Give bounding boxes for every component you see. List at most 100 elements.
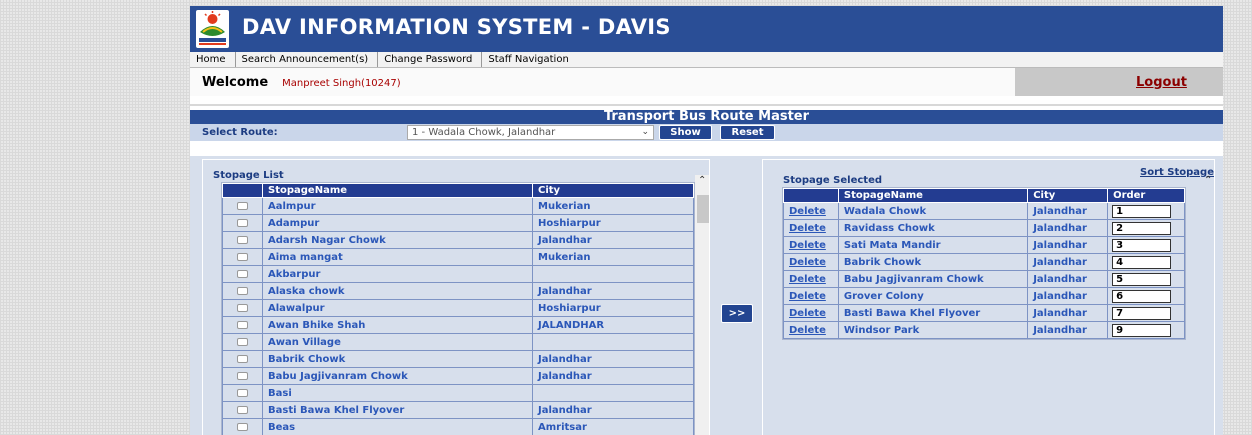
stopage-name-cell: Grover Colony	[837, 287, 1029, 305]
row-select-cell	[222, 231, 263, 249]
delete-link[interactable]: Delete	[783, 287, 839, 305]
row-checkbox[interactable]	[237, 286, 248, 295]
table-row: Aima mangat Mukerian	[222, 248, 694, 266]
dav-logo	[196, 10, 229, 48]
welcome-user-name: Manpreet Singh(10247)	[282, 78, 401, 89]
page: DAV INFORMATION SYSTEM - DAVIS Home Sear…	[190, 6, 1223, 435]
order-input[interactable]: 5	[1112, 272, 1172, 286]
logout-area: Logout	[1015, 68, 1223, 96]
table-row: Delete Sati Mata Mandir Jalandhar 3	[783, 236, 1185, 254]
order-cell: 5	[1107, 270, 1185, 288]
order-input[interactable]: 2	[1112, 221, 1172, 235]
column-header-stopage-name: StopageName	[262, 183, 533, 198]
table-row: Akbarpur	[222, 265, 694, 283]
row-checkbox[interactable]	[237, 388, 248, 397]
show-button[interactable]: Show	[659, 125, 712, 140]
delete-link[interactable]: Delete	[783, 304, 839, 322]
stopage-selected-table: StopageName City Order Delete Wadala Chow…	[782, 187, 1186, 340]
table-row: Adarsh Nagar Chowk Jalandhar	[222, 231, 694, 249]
scroll-up-icon[interactable]: ⌃	[698, 175, 706, 186]
row-checkbox[interactable]	[237, 235, 248, 244]
row-checkbox[interactable]	[237, 218, 248, 227]
table-row: Awan Village	[222, 333, 694, 351]
menu-change-password[interactable]: Change Password	[378, 52, 483, 67]
select-route-label: Select Route:	[202, 127, 278, 138]
order-input[interactable]: 9	[1112, 323, 1172, 337]
stopage-name-cell: Adarsh Nagar Chowk	[262, 231, 533, 249]
column-header-select	[222, 183, 263, 198]
row-checkbox[interactable]	[237, 303, 248, 312]
order-input[interactable]: 7	[1112, 306, 1172, 320]
table-row: Adampur Hoshiarpur	[222, 214, 694, 232]
stopage-selected-scrollbar[interactable]: ⌃	[1202, 175, 1214, 435]
table-row: Awan Bhike Shah JALANDHAR	[222, 316, 694, 334]
row-select-cell	[222, 197, 263, 215]
page-title: Transport Bus Route Master	[190, 110, 1223, 124]
row-checkbox[interactable]	[237, 371, 248, 380]
route-select[interactable]: 1 - Wadala Chowk, Jalandhar ⌄	[407, 125, 654, 140]
stopage-list-table: StopageName City Aalmpur Mukerian Adampur H…	[221, 182, 695, 435]
scroll-thumb[interactable]	[697, 195, 709, 223]
table-row: Basi	[222, 384, 694, 402]
row-checkbox[interactable]	[237, 354, 248, 363]
order-input[interactable]: 1	[1112, 204, 1172, 218]
city-cell: Amritsar	[532, 418, 694, 435]
stopage-content: Stopage List StopageName City Aalmpur Muk…	[190, 156, 1223, 435]
reset-button[interactable]: Reset	[720, 125, 775, 140]
order-input[interactable]: 3	[1112, 238, 1172, 252]
city-cell: Jalandhar	[532, 350, 694, 368]
route-selector-bar: Select Route: 1 - Wadala Chowk, Jalandha…	[190, 124, 1223, 141]
column-header-action	[783, 188, 839, 203]
order-input[interactable]: 4	[1112, 255, 1172, 269]
row-checkbox[interactable]	[237, 422, 248, 431]
stopage-name-cell: Basi	[262, 384, 533, 402]
row-select-cell	[222, 316, 263, 334]
order-cell: 6	[1107, 287, 1185, 305]
delete-link[interactable]: Delete	[783, 270, 839, 288]
order-cell: 3	[1107, 236, 1185, 254]
add-stopage-button[interactable]: >>	[721, 304, 753, 323]
table-row: Alawalpur Hoshiarpur	[222, 299, 694, 317]
city-cell: Jalandhar	[1027, 219, 1109, 237]
row-select-cell	[222, 265, 263, 283]
delete-link[interactable]: Delete	[783, 253, 839, 271]
delete-link[interactable]: Delete	[783, 202, 839, 220]
stopage-list-scrollbar[interactable]: ⌃	[695, 175, 709, 435]
row-select-cell	[222, 248, 263, 266]
table-row: Alaska chowk Jalandhar	[222, 282, 694, 300]
column-header-city: City	[532, 183, 694, 198]
stopage-name-cell: Aima mangat	[262, 248, 533, 266]
city-cell: Jalandhar	[532, 401, 694, 419]
city-cell: Jalandhar	[532, 282, 694, 300]
scroll-up-icon[interactable]: ⌃	[1204, 175, 1212, 186]
row-checkbox[interactable]	[237, 337, 248, 346]
row-checkbox[interactable]	[237, 269, 248, 278]
row-checkbox[interactable]	[237, 320, 248, 329]
table-row: Delete Wadala Chowk Jalandhar 1	[783, 202, 1185, 220]
menu-staff-navigation[interactable]: Staff Navigation	[482, 52, 577, 67]
order-cell: 1	[1107, 202, 1185, 220]
stopage-name-cell: Sati Mata Mandir	[837, 236, 1029, 254]
order-cell: 4	[1107, 253, 1185, 271]
delete-link[interactable]: Delete	[783, 321, 839, 339]
stopage-name-cell: Aalmpur	[262, 197, 533, 215]
stopage-name-cell: Ravidass Chowk	[837, 219, 1029, 237]
welcome-label: Welcome	[202, 74, 269, 90]
city-cell: Jalandhar	[1027, 287, 1109, 305]
stopage-name-cell: Basti Bawa Khel Flyover	[262, 401, 533, 419]
order-input[interactable]: 6	[1112, 289, 1172, 303]
stopage-name-cell: Babrik Chowk	[837, 253, 1029, 271]
column-header-order: Order	[1107, 188, 1185, 203]
menu-search-announcements[interactable]: Search Announcement(s)	[236, 52, 379, 67]
route-select-value: 1 - Wadala Chowk, Jalandhar	[412, 127, 556, 138]
row-checkbox[interactable]	[237, 201, 248, 210]
row-select-cell	[222, 350, 263, 368]
delete-link[interactable]: Delete	[783, 236, 839, 254]
table-row: Babu Jagjivanram Chowk Jalandhar	[222, 367, 694, 385]
menu-home[interactable]: Home	[190, 52, 236, 67]
logout-link[interactable]: Logout	[1136, 75, 1187, 90]
delete-link[interactable]: Delete	[783, 219, 839, 237]
row-checkbox[interactable]	[237, 252, 248, 261]
row-checkbox[interactable]	[237, 405, 248, 414]
row-select-cell	[222, 418, 263, 435]
